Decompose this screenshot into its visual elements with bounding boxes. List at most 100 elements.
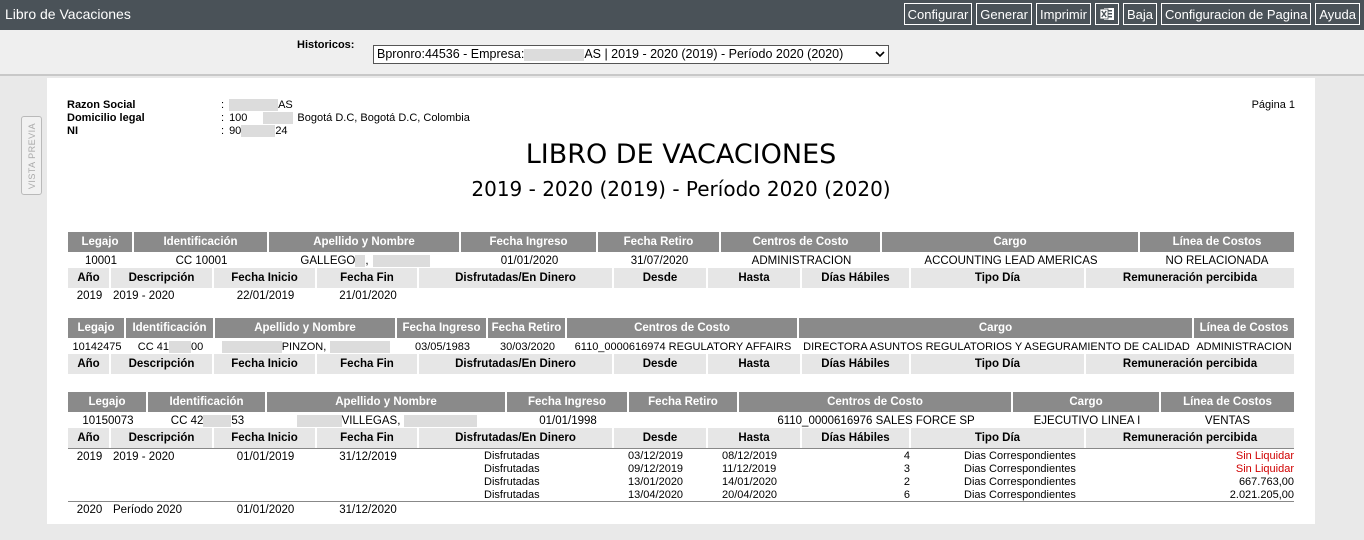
col-identificacion: Identificación [134, 232, 269, 252]
detail-hasta: 11/12/2019 [722, 463, 777, 475]
historicos-label: Historicos: [297, 39, 355, 51]
cell-descripcion: 2019 - 2020 [113, 290, 175, 302]
detail-desde: 13/01/2020 [628, 476, 684, 488]
col-disfrutadas: Disfrutadas/En Dinero [419, 428, 614, 448]
col-remuneracion: Remuneración percibida [1086, 354, 1294, 374]
employee-header-row: Legajo Identificación Apellido y Nombre … [68, 392, 1294, 412]
imprimir-button[interactable]: Imprimir [1036, 3, 1091, 25]
page-number: Página 1 [1251, 99, 1295, 111]
col-hasta: Hasta [708, 428, 802, 448]
historicos-select[interactable]: Bpronro:44536 - Empresa: AS | 2019 - 2020… [373, 45, 889, 64]
col-legajo: Legajo [68, 318, 126, 338]
redacted-block [221, 341, 282, 354]
ident-part: 53 [231, 415, 245, 427]
cell-fecha-fin: 31/12/2019 [339, 451, 397, 463]
col-linea: Línea de Costos [1140, 232, 1294, 252]
detail-dia: Dias Correspondientes [964, 463, 1076, 475]
col-fecha-inicio: Fecha Inicio [214, 428, 317, 448]
col-tipo: Tipo Día [911, 268, 1086, 288]
export-excel-button[interactable] [1094, 3, 1119, 25]
redacted-block [241, 125, 276, 137]
detail-dia: Dias Correspondientes [964, 450, 1076, 462]
detail-remuneracion: Sin Liquidar [1235, 463, 1294, 475]
select-prefix: Bpronro:44536 - Empresa: [377, 47, 525, 61]
col-centros: Centros de Costo [567, 318, 799, 338]
col-descripcion: Descripción [111, 354, 214, 374]
col-cargo: Cargo [1013, 392, 1161, 412]
col-hasta: Hasta [708, 354, 802, 374]
vista-previa-label: VISTA PREVIA [26, 122, 37, 189]
ni-prefix: 90 [229, 125, 242, 137]
detail-dias: 3 [903, 463, 910, 475]
col-remuneracion: Remuneración percibida [1086, 428, 1294, 448]
baja-button[interactable]: Baja [1122, 3, 1157, 25]
col-disfrutadas: Disfrutadas/En Dinero [419, 268, 614, 288]
cell-fecha-inicio: 22/01/2019 [236, 290, 295, 302]
col-identificacion: Identificación [126, 318, 215, 338]
name-sep: , [365, 255, 369, 267]
vista-previa-tab[interactable]: VISTA PREVIA [21, 116, 42, 195]
col-legajo: Legajo [68, 232, 134, 252]
col-dias: Días Hábiles [802, 354, 911, 374]
col-descripcion: Descripción [111, 268, 214, 288]
col-apellido: Apellido y Nombre [267, 392, 507, 412]
col-centros: Centros de Costo [739, 392, 1013, 412]
detail-dias: 2 [903, 476, 910, 488]
col-apellido: Apellido y Nombre [215, 318, 397, 338]
cell-anio: 2019 [76, 451, 103, 463]
col-tipo: Tipo Día [911, 428, 1086, 448]
col-fecha-fin: Fecha Fin [317, 428, 419, 448]
domicilio-city: Bogotá D.C, Bogotá D.C, Colombia [297, 112, 470, 124]
cell-anio: 2020 [76, 504, 103, 516]
cell-fecha-fin: 21/01/2020 [339, 290, 397, 302]
excel-icon [1099, 8, 1114, 20]
col-dias: Días Hábiles [802, 268, 911, 288]
report-subtitle: 2019 - 2020 (2019) - Período 2020 (2020) [471, 177, 891, 201]
gap [247, 112, 264, 124]
ayuda-button[interactable]: Ayuda [1315, 3, 1360, 25]
col-fecha-ingreso: Fecha Ingreso [397, 318, 488, 338]
col-fecha-retiro: Fecha Retiro [629, 392, 739, 412]
colon: : [221, 125, 225, 137]
col-hasta: Hasta [708, 268, 802, 288]
configurar-button[interactable]: Configurar [903, 3, 973, 25]
cell-anio: 2019 [76, 290, 103, 302]
name-part: VILLEGAS, [341, 415, 401, 427]
col-centros: Centros de Costo [721, 232, 882, 252]
period-header-row: Año Descripción Fecha Inicio Fecha Fin D… [68, 268, 1294, 288]
redacted-block [229, 99, 279, 111]
chevron-down-icon [874, 46, 886, 63]
colon: : [221, 99, 225, 111]
generar-button[interactable]: Generar [976, 3, 1032, 25]
col-fecha-fin: Fecha Fin [317, 354, 419, 374]
col-remuneracion: Remuneración percibida [1086, 268, 1294, 288]
detail-tipo: Disfrutadas [484, 476, 540, 488]
detail-remuneracion: 667.763,00 [1238, 476, 1294, 488]
col-cargo: Cargo [799, 318, 1194, 338]
col-anio: Año [68, 354, 111, 374]
razon-social-value: AS [278, 99, 293, 111]
detail-desde: 03/12/2019 [628, 450, 684, 462]
name-part: GALLEGO [300, 255, 356, 267]
period-row: 2019 2019 - 2020 22/01/2019 21/01/2020 [68, 287, 419, 305]
detail-desde: 09/12/2019 [628, 463, 684, 475]
redacted-block [372, 254, 430, 267]
config-pagina-button[interactable]: Configuracion de Pagina [1160, 3, 1312, 25]
col-anio: Año [68, 268, 111, 288]
redacted-block [404, 414, 478, 427]
filter-bar: Historicos: Bpronro:44536 - Empresa: AS |… [0, 30, 1364, 76]
redacted-block [355, 254, 366, 267]
col-fecha-retiro: Fecha Retiro [488, 318, 567, 338]
cell-descripcion: Período 2020 [113, 504, 183, 516]
cell-fecha-inicio: 01/01/2020 [236, 504, 295, 516]
company-info: Razon Social : AS Domicilio legal : 100 … [67, 99, 470, 138]
toolbar: Configurar Generar Imprimir Baja Configu… [903, 3, 1360, 25]
col-tipo: Tipo Día [911, 354, 1086, 374]
col-linea: Línea de Costos [1161, 392, 1294, 412]
cell-descripcion: 2019 - 2020 [113, 451, 175, 463]
cell-fecha-fin: 31/12/2020 [339, 504, 397, 516]
detail-hasta: 14/01/2020 [722, 476, 778, 488]
col-linea: Línea de Costos [1194, 318, 1294, 338]
col-anio: Año [68, 428, 111, 448]
col-desde: Desde [614, 354, 708, 374]
